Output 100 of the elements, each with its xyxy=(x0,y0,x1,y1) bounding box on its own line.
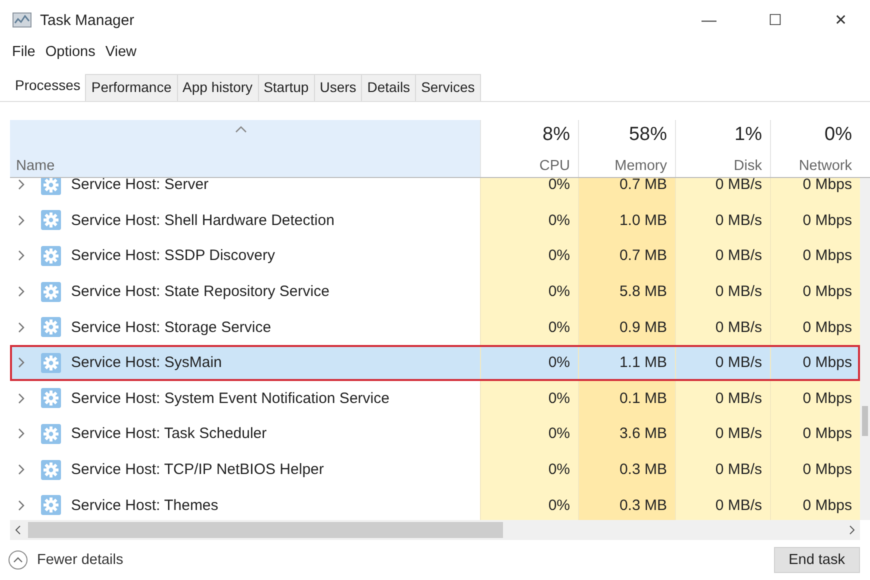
column-label[interactable]: Memory xyxy=(614,158,667,174)
menu-item[interactable]: File xyxy=(12,44,36,68)
table-cell: 3.6 MB xyxy=(619,425,667,442)
table-cell: 0% xyxy=(548,461,570,478)
process-row[interactable]: Service Host: System Event Notification Service 0% 0.1 MB 0 MB/s 0 Mbps xyxy=(10,380,860,416)
process-row[interactable]: Service Host: Task Scheduler 0% 3.6 MB 0 MB/s 0 Mbps xyxy=(10,416,860,452)
tab[interactable]: Users xyxy=(314,74,362,101)
table-cell: 0 Mbps xyxy=(802,318,852,336)
process-row[interactable]: Service Host: Storage Service 0% 0.9 MB 0 MB/s 0 Mbps xyxy=(10,309,860,345)
table-cell: 0 MB/s xyxy=(715,425,762,442)
chevron-icon[interactable] xyxy=(18,250,25,262)
gear-icon xyxy=(41,317,61,338)
process-name: Service Host: Server xyxy=(71,178,209,194)
tab[interactable]: Details xyxy=(361,74,416,101)
chevron-icon[interactable] xyxy=(18,500,25,511)
usage-percent: 1% xyxy=(734,124,762,146)
process-name: Service Host: SSDP Discovery xyxy=(71,247,275,264)
window-title: Task Manager xyxy=(40,12,134,28)
chevron-icon[interactable] xyxy=(18,392,25,404)
tab[interactable]: Performance xyxy=(85,74,178,101)
gear-icon xyxy=(41,495,61,516)
table-cell: 0 Mbps xyxy=(802,178,852,194)
fewer-details-link[interactable]: Fewer details xyxy=(37,552,124,568)
scroll-left-icon[interactable] xyxy=(15,525,21,535)
table-cell: 0 MB/s xyxy=(715,318,762,336)
process-name: Service Host: Storage Service xyxy=(71,318,272,336)
table-cell: 0 Mbps xyxy=(802,283,852,300)
gear-icon xyxy=(41,460,61,480)
menu-item[interactable]: Options xyxy=(45,44,96,68)
usage-percent: 0% xyxy=(824,124,852,146)
column-label[interactable]: Network xyxy=(798,158,852,174)
table-cell: 1.0 MB xyxy=(619,212,667,229)
close-button[interactable]: ✕ xyxy=(812,11,870,29)
process-row[interactable]: Service Host: Themes 0% 0.3 MB 0 MB/s 0 Mbps xyxy=(10,487,860,520)
table-cell: 0 MB/s xyxy=(715,390,762,407)
chevron-icon[interactable] xyxy=(18,464,25,476)
process-row[interactable]: Service Host: Shell Hardware Detection 0% 1.0 MB 0 MB/s 0 Mbps xyxy=(10,202,860,238)
table-cell: 0 MB/s xyxy=(715,354,762,372)
process-name: Service Host: System Event Notification Service xyxy=(71,390,390,407)
column-label: Name xyxy=(16,158,55,174)
scroll-right-icon[interactable] xyxy=(849,525,855,535)
chevron-icon[interactable] xyxy=(18,286,25,298)
usage-percent: 8% xyxy=(542,124,570,146)
chevron-icon[interactable] xyxy=(18,428,25,440)
table-cell: 0.3 MB xyxy=(619,496,667,514)
chevron-icon[interactable] xyxy=(18,322,25,333)
table-cell: 0 MB/s xyxy=(715,247,762,264)
horizontal-scrollbar[interactable] xyxy=(10,520,860,540)
chevron-icon[interactable] xyxy=(18,179,25,190)
vertical-scrollbar[interactable] xyxy=(860,178,870,520)
table-cell: 0 MB/s xyxy=(715,461,762,478)
table-cell: 0 MB/s xyxy=(715,496,762,514)
maximize-button[interactable]: ☐ xyxy=(746,11,804,29)
process-row[interactable]: Service Host: TCP/IP NetBIOS Helper 0% 0.3 MB 0 MB/s 0 Mbps xyxy=(10,452,860,488)
process-name: Service Host: TCP/IP NetBIOS Helper xyxy=(71,461,324,478)
process-row[interactable]: Service Host: Server 0% 0.7 MB 0 MB/s 0 Mbps xyxy=(10,178,860,203)
process-row[interactable]: Service Host: SysMain 0% 1.1 MB 0 MB/s 0 Mbps xyxy=(10,344,860,381)
usage-percent: 58% xyxy=(628,124,667,146)
chevron-icon[interactable] xyxy=(18,214,25,226)
table-cell: 0.1 MB xyxy=(619,390,667,407)
table-cell: 0% xyxy=(548,212,570,229)
table-cell: 0 Mbps xyxy=(802,496,852,514)
table-cell: 0% xyxy=(548,425,570,442)
table-cell: 0.7 MB xyxy=(619,247,667,264)
process-row[interactable]: Service Host: State Repository Service 0% 5.8 MB 0 MB/s 0 Mbps xyxy=(10,274,860,310)
tab[interactable]: Startup xyxy=(258,74,315,101)
table-cell: 0 MB/s xyxy=(715,212,762,229)
table-cell: 0% xyxy=(548,354,570,372)
collapse-icon[interactable] xyxy=(8,550,28,570)
table-cell: 0.9 MB xyxy=(619,318,667,336)
table-cell: 0 Mbps xyxy=(802,212,852,229)
tab[interactable]: App history xyxy=(176,74,259,101)
table-cell: 0 Mbps xyxy=(802,247,852,264)
table-cell: 0% xyxy=(548,496,570,514)
table-cell: 0 Mbps xyxy=(802,425,852,442)
chevron-icon[interactable] xyxy=(18,357,25,368)
gear-icon xyxy=(41,352,61,373)
gear-icon xyxy=(41,178,61,195)
tab[interactable]: Services xyxy=(415,74,481,101)
menu-item[interactable]: View xyxy=(105,44,137,68)
table-cell: 0 MB/s xyxy=(715,283,762,300)
table-cell: 0% xyxy=(548,178,570,194)
table-cell: 0% xyxy=(548,390,570,407)
table-cell: 0% xyxy=(548,283,570,300)
column-label[interactable]: Disk xyxy=(734,158,762,174)
gear-icon xyxy=(41,282,61,302)
process-name: Service Host: State Repository Service xyxy=(71,283,330,300)
table-cell: 0 MB/s xyxy=(715,178,762,194)
column-label[interactable]: CPU xyxy=(539,158,570,174)
table-cell: 0 Mbps xyxy=(802,461,852,478)
end-task-button[interactable]: End task xyxy=(774,547,860,573)
process-row[interactable]: Service Host: SSDP Discovery 0% 0.7 MB 0 MB/s 0 Mbps xyxy=(10,238,860,274)
process-name: Service Host: Shell Hardware Detection xyxy=(71,212,334,229)
table-cell: 0% xyxy=(548,318,570,336)
column-header[interactable]: Name xyxy=(10,120,480,177)
table-cell: 0.3 MB xyxy=(619,461,667,478)
table-cell: 0 Mbps xyxy=(802,354,852,372)
minimize-button[interactable]: — xyxy=(680,12,738,28)
app-icon xyxy=(12,12,32,28)
table-cell: 0.7 MB xyxy=(619,178,667,194)
